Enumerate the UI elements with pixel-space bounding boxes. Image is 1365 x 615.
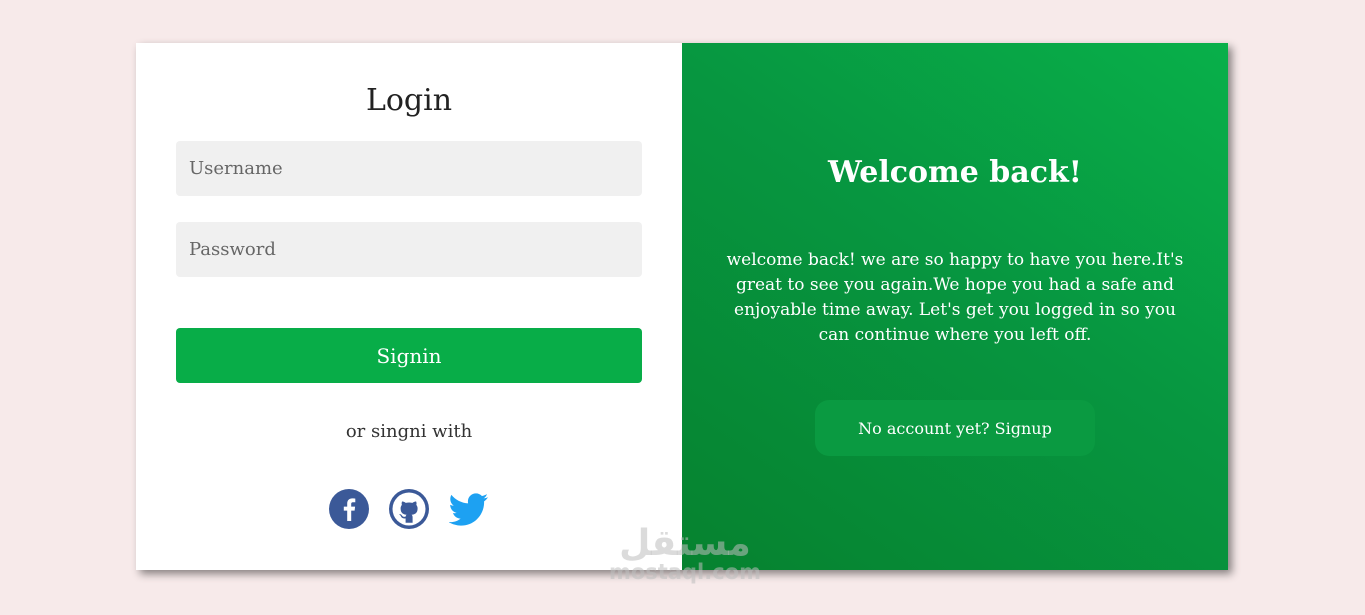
login-title: Login [365, 83, 453, 118]
password-input[interactable] [176, 222, 642, 277]
username-input[interactable] [176, 141, 642, 196]
welcome-title: Welcome back! [828, 155, 1082, 190]
social-login-row [136, 489, 682, 529]
or-signin-with-text: or singni with [345, 421, 473, 442]
signin-button[interactable]: Signin [176, 328, 642, 383]
welcome-message: welcome back! we are so happy to have yo… [726, 250, 1184, 345]
facebook-icon[interactable] [329, 489, 369, 529]
twitter-icon[interactable] [449, 489, 489, 529]
welcome-panel: Welcome back! welcome back! we are so ha… [682, 43, 1228, 570]
login-card: Login Signin or singni with Welcome back… [136, 43, 1228, 570]
github-icon[interactable] [389, 489, 429, 529]
signup-button[interactable]: No account yet? Signup [815, 400, 1095, 456]
login-panel: Login Signin or singni with [136, 43, 682, 570]
